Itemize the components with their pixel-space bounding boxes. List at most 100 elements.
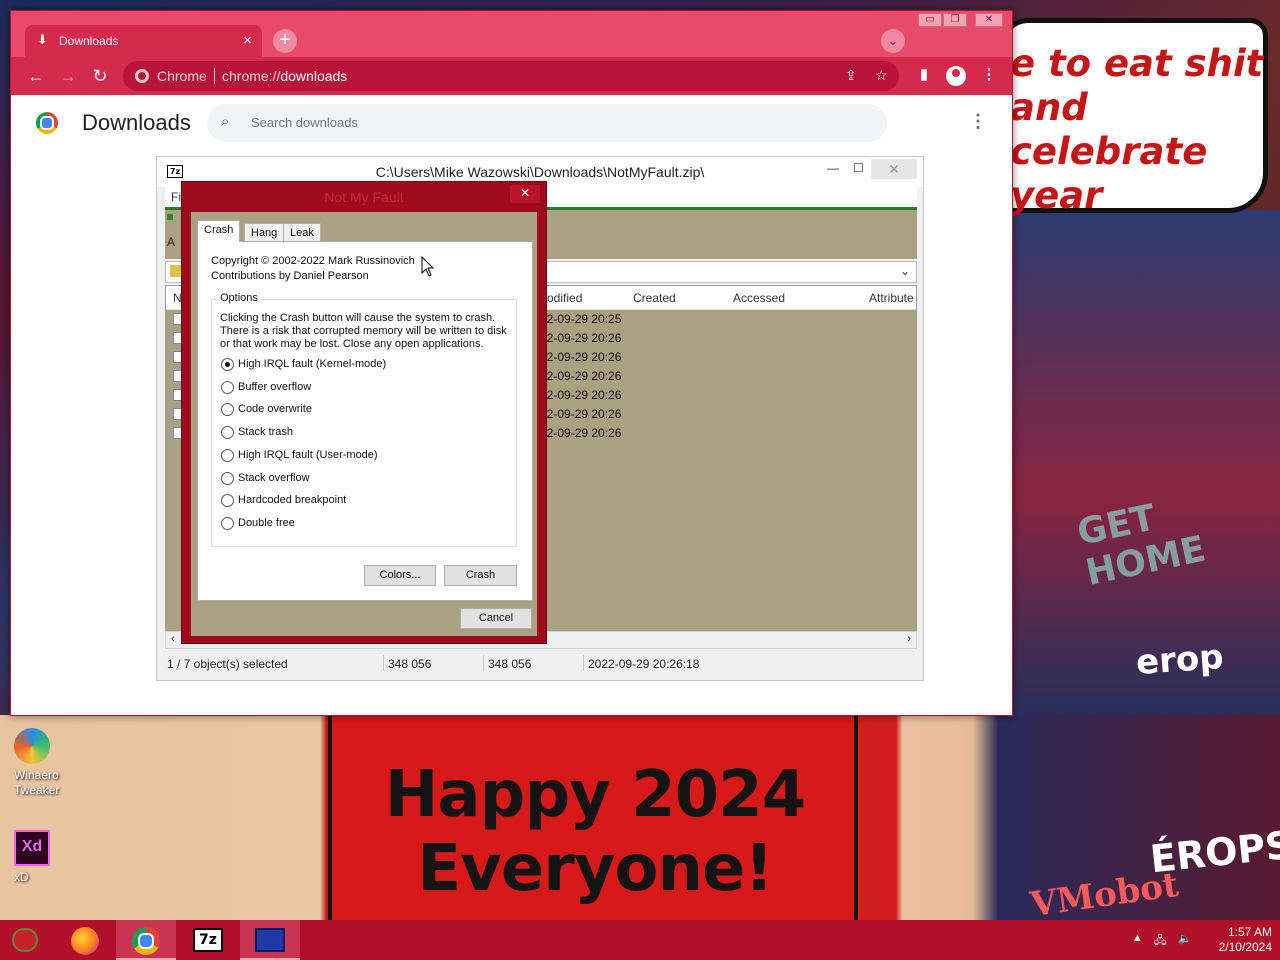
search-downloads-box[interactable]: ⌕ xyxy=(207,104,887,142)
desktop-icon-winaero[interactable]: Winaero Tweaker xyxy=(14,728,74,798)
taskbar-notmyfault[interactable] xyxy=(240,920,300,960)
greeting-line-2: Everyone! xyxy=(417,832,773,906)
taskbar-chrome[interactable] xyxy=(116,920,176,960)
radio-label: Hardcoded breakpoint xyxy=(238,494,347,506)
tab-search-button[interactable]: ⌄ xyxy=(881,29,905,53)
file-modified: 22-09-29 20:25 xyxy=(540,312,622,326)
chrome-toolbar: ← → ↻ Chrome chrome://downloads ⇪ ☆ ▮ ⋮ xyxy=(11,57,1012,95)
tab-hang[interactable]: Hang xyxy=(244,223,285,242)
contributions-line: Contributions by Daniel Pearson xyxy=(211,270,369,282)
toolbar-add-icon[interactable] xyxy=(167,214,173,220)
file-modified: 22-09-29 20:26 xyxy=(540,426,622,440)
clock-time: 1:57 AM xyxy=(1227,925,1272,939)
7zip-icon: 7z xyxy=(193,928,223,952)
7zip-maximize-button[interactable]: ☐ xyxy=(853,161,864,175)
page-title: Downloads xyxy=(82,110,191,135)
close-button[interactable]: ✕ xyxy=(975,13,1003,27)
download-icon: ⬇ xyxy=(37,32,48,47)
profile-avatar[interactable] xyxy=(946,66,966,86)
desktop-icon-label: Winaero Tweaker xyxy=(14,768,60,797)
address-dropdown-icon[interactable]: ⌄ xyxy=(900,264,910,278)
radio-icon xyxy=(221,494,234,507)
reload-icon[interactable]: ↻ xyxy=(89,65,111,87)
colors-button[interactable]: Colors... xyxy=(364,565,436,586)
file-modified: 22-09-29 20:26 xyxy=(540,331,622,345)
status-date: 2022-09-29 20:26:18 xyxy=(588,657,700,671)
radio-label: High IRQL fault (User-mode) xyxy=(238,449,378,461)
cancel-button[interactable]: Cancel xyxy=(460,608,532,629)
chrome-titlebar[interactable]: ⬇ Downloads × + ⌄ ▭ ❐ ✕ xyxy=(11,11,1012,57)
forward-icon[interactable]: → xyxy=(57,65,79,87)
radio-icon xyxy=(221,426,234,439)
taskbar-clock[interactable]: 1:57 AM 2/10/2024 xyxy=(1202,925,1272,955)
show-hidden-icons[interactable]: ▲ xyxy=(1132,932,1143,944)
7zip-path: C:\Users\Mike Wazowski\Downloads\NotMyFa… xyxy=(375,164,705,180)
scroll-left-icon[interactable]: ‹ xyxy=(171,633,175,645)
chrome-menu-icon[interactable]: ⋮ xyxy=(978,65,1000,83)
downloads-menu-icon[interactable]: ⋮ xyxy=(969,111,987,132)
tab-title: Downloads xyxy=(59,34,119,48)
copyright-text: Copyright © 2002-2022 Mark Russinovich C… xyxy=(211,254,415,284)
7zip-close-button[interactable]: ✕ xyxy=(871,159,917,179)
column-modified[interactable]: odified xyxy=(547,291,582,305)
tab-close-icon[interactable]: × xyxy=(243,32,252,49)
search-input[interactable] xyxy=(251,115,851,130)
restore-button[interactable]: ❐ xyxy=(943,13,967,27)
status-separator xyxy=(583,655,584,671)
minimize-button[interactable]: ▭ xyxy=(918,13,942,27)
crash-button[interactable]: Crash xyxy=(444,565,517,586)
side-panel-icon[interactable]: ▮ xyxy=(913,65,935,83)
copyright-line: Copyright © 2002-2022 Mark Russinovich xyxy=(211,255,415,267)
radio-icon xyxy=(221,517,234,530)
desktop-icon-label: xD xyxy=(14,870,29,884)
bookmark-star-icon[interactable]: ☆ xyxy=(875,67,888,84)
notmyfault-icon xyxy=(255,928,285,952)
winaero-tweaker-icon xyxy=(14,728,50,764)
desktop-icon-xd[interactable]: Xd xD xyxy=(14,830,74,885)
share-icon[interactable]: ⇪ xyxy=(845,67,857,84)
volume-icon[interactable]: 🔈 xyxy=(1178,932,1192,945)
omnibox-separator xyxy=(214,68,215,84)
wallpaper-greeting: Happy 2024 Everyone! xyxy=(355,758,835,906)
back-icon[interactable]: ← xyxy=(25,65,47,87)
omnibox-url[interactable]: chrome://downloads xyxy=(222,68,347,84)
omnibox[interactable]: Chrome chrome://downloads ⇪ ☆ xyxy=(123,61,899,91)
status-selected: 1 / 7 object(s) selected xyxy=(167,657,288,671)
radio-label: High IRQL fault (Kernel-mode) xyxy=(238,358,387,370)
radio-icon xyxy=(221,449,234,462)
dialog-title[interactable]: Not My Fault xyxy=(182,182,546,210)
7zip-minimize-button[interactable]: — xyxy=(827,161,839,175)
tab-downloads[interactable]: ⬇ Downloads × xyxy=(25,25,262,57)
column-attributes[interactable]: Attribute xyxy=(869,291,914,305)
radio-label: Code overwrite xyxy=(238,403,312,415)
column-created[interactable]: Created xyxy=(633,291,676,305)
taskbar-7zip[interactable]: 7z xyxy=(178,920,238,960)
downloads-header: Downloads ⌕ ⋮ xyxy=(11,95,1012,151)
toolbar-add-label[interactable]: A xyxy=(167,235,175,249)
status-packed: 348 056 xyxy=(488,657,532,671)
clock-date: 2/10/2024 xyxy=(1218,940,1272,954)
start-button-icon[interactable] xyxy=(12,928,38,952)
url-prefix: chrome:// xyxy=(222,68,281,84)
chrome-site-icon xyxy=(135,69,149,83)
menu-file[interactable]: Fi xyxy=(171,190,181,204)
tab-leak[interactable]: Leak xyxy=(283,223,321,242)
file-modified: 22-09-29 20:26 xyxy=(540,407,622,421)
crash-panel: Copyright © 2002-2022 Mark Russinovich C… xyxy=(197,241,533,601)
wallpaper-sign-europe: erop xyxy=(1134,636,1225,684)
options-label: Options xyxy=(218,292,260,304)
taskbar-firefox[interactable] xyxy=(54,920,114,960)
radio-label: Double free xyxy=(238,517,295,529)
firefox-icon xyxy=(71,927,99,955)
taskbar: 7z ▲ 🖧 🔈 1:57 AM 2/10/2024 xyxy=(0,920,1280,960)
omnibox-site-label: Chrome xyxy=(157,68,207,84)
column-accessed[interactable]: Accessed xyxy=(733,291,785,305)
scroll-right-icon[interactable]: › xyxy=(907,633,911,645)
network-icon[interactable]: 🖧 xyxy=(1154,932,1166,951)
dialog-close-button[interactable]: ✕ xyxy=(510,185,540,203)
tab-crash[interactable]: Crash xyxy=(197,220,241,242)
new-tab-button[interactable]: + xyxy=(273,29,297,53)
url-path: downloads xyxy=(280,68,348,84)
radio-label: Stack trash xyxy=(238,426,294,438)
radio-icon xyxy=(221,472,234,485)
